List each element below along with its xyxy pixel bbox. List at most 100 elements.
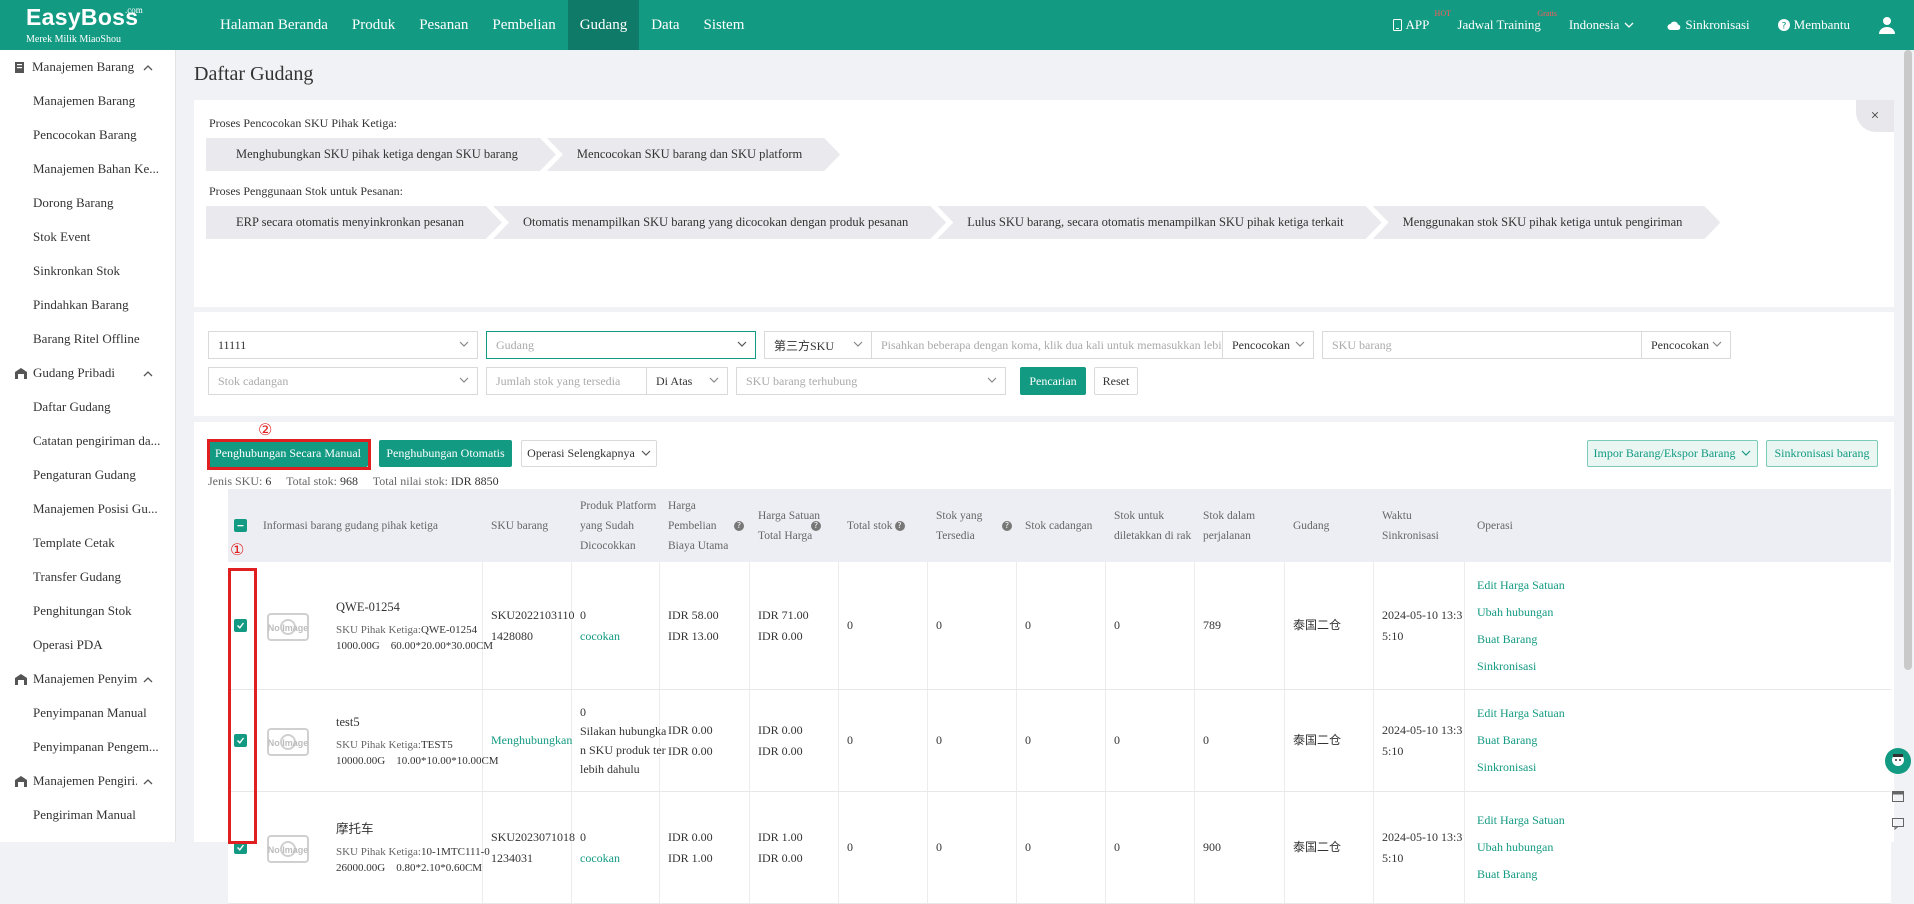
chat-icon[interactable] <box>1892 818 1904 834</box>
logo[interactable]: EasyBoss .com Merek Milik MiaoShou <box>24 4 154 48</box>
nav-purchases[interactable]: Pembelian <box>480 0 567 50</box>
change-link-link[interactable]: Ubah hubungan <box>1477 834 1565 861</box>
sync-goods-button[interactable]: Sinkronisasi barang <box>1766 440 1878 467</box>
language-selector[interactable]: Indonesia <box>1569 17 1640 33</box>
col-total-label: Total stok <box>847 519 893 532</box>
nav-system[interactable]: Sistem <box>692 0 757 50</box>
match-mode-select[interactable]: Pencocokan <box>1222 331 1314 359</box>
user-avatar[interactable] <box>1878 16 1900 34</box>
sidebar-item-move-goods[interactable]: Pindahkan Barang <box>0 288 175 322</box>
nav-orders[interactable]: Pesanan <box>407 0 480 50</box>
match-link[interactable]: cocokan <box>580 626 620 647</box>
training-link[interactable]: Jadwal Training Gratis <box>1457 9 1557 33</box>
import-export-dropdown[interactable]: Impor Barang/Ekspor Barang <box>1587 440 1758 467</box>
goods-sku: SKU2022103110 1428080 <box>491 562 575 689</box>
close-button[interactable]: × <box>1856 100 1894 132</box>
sidebar-item-goods-management[interactable]: Manajemen Barang <box>0 84 175 118</box>
sidebar-item-offline-retail[interactable]: Barang Ritel Offline <box>0 322 175 356</box>
question-icon[interactable]: ? <box>1002 489 1012 562</box>
goods-sku-match-select[interactable]: Pencocokan <box>1641 331 1731 359</box>
edit-unit-price-link[interactable]: Edit Harga Satuan <box>1477 572 1565 599</box>
process-step: ERP secara otomatis menyinkronkan pesana… <box>206 206 502 239</box>
reset-button[interactable]: Reset <box>1094 367 1138 395</box>
link-goods-link[interactable]: Menghubungkan <box>491 730 572 751</box>
change-link-link[interactable]: Ubah hubungan <box>1477 599 1565 626</box>
matched-count: 0 <box>580 607 586 622</box>
sku-search-input[interactable]: Pisahkan beberapa dengan koma, klik dua … <box>871 331 1223 359</box>
goods-sku-input[interactable]: SKU barang <box>1322 331 1642 359</box>
sidebar-item-shipping-records[interactable]: Catatan pengiriman da... <box>0 424 175 458</box>
account-select[interactable]: 11111 <box>208 331 478 359</box>
question-icon[interactable]: ? <box>734 489 744 562</box>
sidebar-item-warehouse-transfer[interactable]: Transfer Gudang <box>0 560 175 594</box>
matched-hint-line: n SKU produk ter <box>580 742 666 757</box>
sidebar-item-push-goods[interactable]: Dorong Barang <box>0 186 175 220</box>
nav-warehouse[interactable]: Gudang <box>567 0 640 50</box>
app-link[interactable]: APP HOT <box>1392 9 1451 33</box>
linked-sku-select[interactable]: SKU barang terhubung <box>736 367 1006 395</box>
warehouse-select[interactable]: Gudang <box>486 331 756 359</box>
assistant-avatar-icon[interactable] <box>1885 748 1911 774</box>
sidebar-item-manual-shipping[interactable]: Pengiriman Manual <box>0 798 175 832</box>
sidebar-group-storage[interactable]: Manajemen Penyim... <box>0 662 175 696</box>
calendar-icon[interactable] <box>1892 790 1904 806</box>
table-row: No Image 摩托车 SKU Pihak Ketiga:10-1MTC111… <box>228 792 1891 904</box>
chevron-down-icon <box>709 377 719 383</box>
sidebar-item-event-stock[interactable]: Stok Event <box>0 220 175 254</box>
col-sync-line: Waktu <box>1382 509 1412 522</box>
page-title: Daftar Gudang <box>194 63 314 85</box>
sync-link[interactable]: Sinkronisasi <box>1477 754 1565 781</box>
no-image-label: No Image <box>268 623 309 633</box>
sidebar: Manajemen Barang Manajemen Barang Pencoc… <box>0 50 176 842</box>
question-icon[interactable]: ? <box>811 489 821 562</box>
third-sku-value: 10-1MTC111-0 <box>420 846 490 858</box>
col-warehouse: Gudang <box>1293 519 1330 532</box>
create-goods-link[interactable]: Buat Barang <box>1477 861 1565 888</box>
create-goods-link[interactable]: Buat Barang <box>1477 727 1565 754</box>
sku-type-select[interactable]: 第三方SKU <box>764 331 872 359</box>
sidebar-group-private-warehouse[interactable]: Gudang Pribadi <box>0 356 175 390</box>
sidebar-item-manual-storage[interactable]: Penyimpanan Manual <box>0 696 175 730</box>
nav-data[interactable]: Data <box>639 0 691 50</box>
auto-link-button[interactable]: Penghubungan Otomatis <box>379 440 512 467</box>
search-button[interactable]: Pencarian <box>1020 367 1086 395</box>
sidebar-item-goods-matching[interactable]: Pencocokan Barang <box>0 118 175 152</box>
chevron-down-icon <box>1624 22 1634 28</box>
sidebar-group-goods[interactable]: Manajemen Barang <box>0 50 175 84</box>
edit-unit-price-link[interactable]: Edit Harga Satuan <box>1477 700 1565 727</box>
unit-price-value: IDR 71.00 <box>758 607 809 622</box>
product-name: test5 <box>336 715 360 729</box>
match-link[interactable]: cocokan <box>580 848 620 869</box>
goods-sku: SKU2023071018 1234031 <box>491 792 575 903</box>
sidebar-item-stock-count[interactable]: Penghitungan Stok <box>0 594 175 628</box>
matched-products: 0 cocokan <box>580 562 620 689</box>
sync-link[interactable]: Sinkronisasi <box>1477 653 1565 680</box>
reserve-stock-select[interactable]: Stok cadangan <box>208 367 478 395</box>
row-operations: Edit Harga Satuan Buat Barang Sinkronisa… <box>1477 690 1565 791</box>
sidebar-item-warehouse-settings[interactable]: Pengaturan Gudang <box>0 458 175 492</box>
sidebar-group-shipping[interactable]: Manajemen Pengiri... <box>0 764 175 798</box>
nav-products[interactable]: Produk <box>340 0 407 50</box>
help-link[interactable]: ? Membantu <box>1777 17 1850 33</box>
qty-operator-select[interactable]: Di Atas <box>646 367 728 395</box>
available-qty-input[interactable]: Jumlah stok yang tersedia <box>486 367 647 395</box>
sidebar-item-print-template[interactable]: Template Cetak <box>0 526 175 560</box>
scrollbar[interactable] <box>1904 50 1912 670</box>
question-icon[interactable]: ? <box>894 520 905 531</box>
sidebar-item-pda-operation[interactable]: Operasi PDA <box>0 628 175 662</box>
nav-home[interactable]: Halaman Beranda <box>208 0 340 50</box>
chevron-up-icon <box>143 64 153 71</box>
sidebar-item-warehouse-list[interactable]: Daftar Gudang <box>0 390 175 424</box>
sidebar-item-material-management[interactable]: Manajemen Bahan Ke... <box>0 152 175 186</box>
more-operations-dropdown[interactable]: Operasi Selengkapnya <box>521 440 657 467</box>
sidebar-item-location-management[interactable]: Manajemen Posisi Gu... <box>0 492 175 526</box>
sidebar-item-sync-stock[interactable]: Sinkronkan Stok <box>0 254 175 288</box>
create-goods-link[interactable]: Buat Barang <box>1477 626 1565 653</box>
sidebar-item-package-storage[interactable]: Penyimpanan Pengem... <box>0 730 175 764</box>
chevron-down-icon <box>987 377 997 383</box>
floating-tools <box>1882 748 1914 842</box>
warehouse-name: 泰国二仓 <box>1293 618 1342 632</box>
sync-time-line: 2024-05-10 13:3 <box>1382 607 1463 622</box>
edit-unit-price-link[interactable]: Edit Harga Satuan <box>1477 807 1565 834</box>
sync-link[interactable]: Sinkronisasi <box>1667 17 1750 33</box>
